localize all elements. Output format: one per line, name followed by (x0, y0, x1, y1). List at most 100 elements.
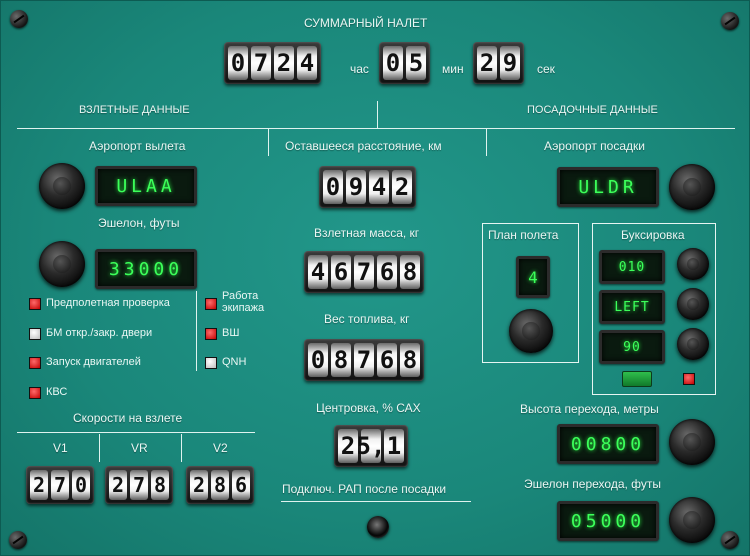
digit: 2 (338, 429, 358, 463)
crew-work-indicator[interactable] (205, 298, 217, 310)
transition-altitude-display: 00800 (557, 424, 659, 464)
captain-indicator[interactable] (29, 387, 41, 399)
digit: 8 (400, 343, 420, 377)
digit: 8 (331, 343, 351, 377)
digit: 9 (346, 170, 366, 204)
divider (486, 128, 487, 156)
digit: 2 (274, 46, 294, 80)
hours-counter: 0 7 2 4 (224, 42, 321, 84)
crew-work-label: Работа экипажа (222, 290, 265, 314)
v1-counter: 2 7 0 (26, 466, 94, 504)
preflight-check-indicator[interactable] (29, 298, 41, 310)
flight-plan-display: 4 (516, 256, 550, 298)
echelon-knob[interactable] (39, 241, 85, 287)
digit: 0 (308, 343, 328, 377)
digit: 0 (228, 46, 248, 80)
digit: 9 (500, 46, 520, 80)
towing-knob-3[interactable] (677, 328, 709, 360)
flight-plan-knob[interactable] (509, 309, 553, 353)
echelon-label: Эшелон, футы (98, 216, 180, 230)
digit: 8 (400, 255, 420, 289)
seconds-counter: 2 9 (473, 42, 524, 84)
preflight-check-label: Предполетная проверка (46, 297, 170, 309)
fuel-weight-counter: 0 8 7 6 8 (304, 339, 424, 381)
departure-airport-knob[interactable] (39, 163, 85, 209)
digit: 4 (369, 170, 389, 204)
digit: 2 (109, 470, 127, 500)
departure-airport-display: ULAA (95, 166, 197, 206)
remaining-distance-label: Оставшееся расстояние, км (285, 139, 442, 153)
departure-airport-label: Аэропорт вылета (89, 139, 186, 153)
digit: 6 (331, 255, 351, 289)
takeoff-speeds-label: Скорости на взлете (73, 411, 183, 425)
screw-icon (9, 531, 27, 549)
digit: 4 (308, 255, 328, 289)
digit: 8 (211, 470, 229, 500)
digit: 0 (72, 470, 90, 500)
digit: 7 (354, 343, 374, 377)
towing-display-3: 90 (599, 330, 665, 364)
takeoff-mass-label: Взлетная масса, кг (314, 226, 420, 240)
flight-plan-label: План полета (488, 228, 559, 242)
divider (17, 128, 735, 129)
transition-level-label: Эшелон перехода, футы (524, 477, 662, 491)
doors-label: БМ откр./закр. двери (46, 327, 153, 339)
v2-label: V2 (213, 441, 228, 455)
doors-indicator[interactable] (29, 328, 41, 340)
towing-display-1: 010 (599, 250, 665, 284)
towing-knob-1[interactable] (677, 248, 709, 280)
v2-counter: 2 8 6 (186, 466, 254, 504)
qnh-label: QNH (222, 356, 247, 368)
divider (99, 434, 100, 462)
digit: 6 (232, 470, 250, 500)
runway-label: ВШ (222, 327, 240, 339)
total-flight-title: СУММАРНЫЙ НАЛЕТ (304, 16, 428, 30)
screw-icon (721, 12, 739, 30)
digit: 8 (151, 470, 169, 500)
vr-label: VR (131, 441, 148, 455)
engine-start-label: Запуск двигателей (46, 356, 141, 368)
divider (196, 291, 197, 371)
arrival-airport-label: Аэропорт посадки (544, 139, 645, 153)
towing-label: Буксировка (621, 228, 685, 242)
digit: 1 (384, 429, 404, 463)
echelon-display: 33000 (95, 249, 197, 289)
transition-level-knob[interactable] (669, 497, 715, 543)
digit: 6 (377, 255, 397, 289)
digit: 7 (51, 470, 69, 500)
rap-connector-jack[interactable] (367, 516, 389, 538)
divider (181, 434, 182, 462)
towing-confirm-button[interactable] (622, 371, 652, 387)
divider (268, 128, 269, 156)
divider (17, 432, 255, 433)
takeoff-mass-counter: 4 6 7 6 8 (304, 251, 424, 293)
transition-altitude-knob[interactable] (669, 419, 715, 465)
digit: 7 (354, 255, 374, 289)
towing-display-2: LEFT (599, 290, 665, 324)
digit: 2 (190, 470, 208, 500)
arrival-airport-display: ULDR (557, 167, 659, 207)
seconds-unit: сек (537, 62, 555, 76)
engine-start-indicator[interactable] (29, 357, 41, 369)
fuel-weight-label: Вес топлива, кг (324, 312, 410, 326)
v1-label: V1 (53, 441, 68, 455)
divider (281, 501, 471, 502)
arrival-airport-knob[interactable] (669, 164, 715, 210)
minutes-counter: 0 5 (379, 42, 430, 84)
digit: 7 (251, 46, 271, 80)
remaining-distance-counter: 0 9 4 2 (319, 166, 416, 208)
towing-knob-2[interactable] (677, 288, 709, 320)
screw-icon (10, 10, 28, 28)
digit: 5 (406, 46, 426, 80)
digit: 0 (323, 170, 343, 204)
digit: 2 (30, 470, 48, 500)
digit: 5, (357, 429, 385, 463)
rap-label: Подключ. РАП после посадки (282, 482, 447, 496)
digit: 4 (297, 46, 317, 80)
flight-data-panel: СУММАРНЫЙ НАЛЕТ 0 7 2 4 час 0 5 мин 2 9 … (0, 0, 750, 556)
qnh-indicator[interactable] (205, 357, 217, 369)
minutes-unit: мин (442, 62, 464, 76)
captain-label: КВС (46, 386, 68, 398)
runway-indicator[interactable] (205, 328, 217, 340)
digit: 2 (392, 170, 412, 204)
